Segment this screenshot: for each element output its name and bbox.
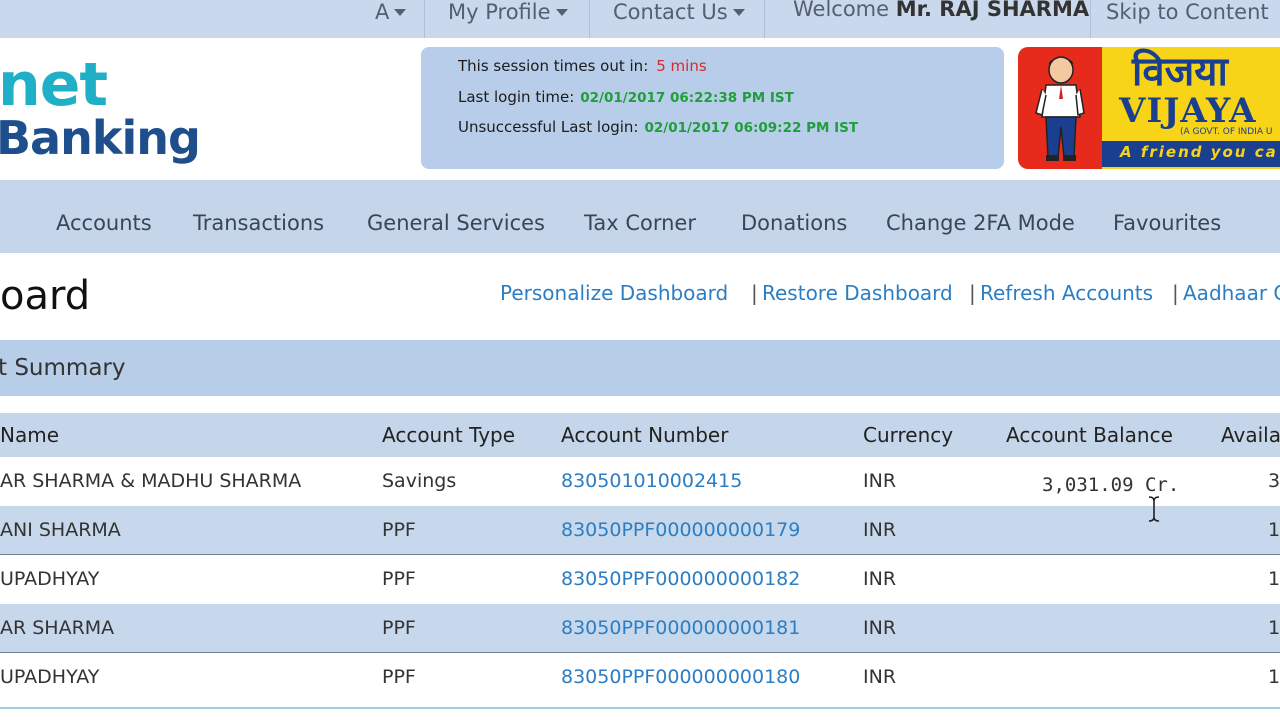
my-profile-label: My Profile <box>448 0 551 24</box>
col-header-available: Availa <box>1221 423 1280 447</box>
bank-name-hindi: विजया <box>1132 49 1228 95</box>
account-number-link[interactable]: 830501010002415 <box>561 457 742 506</box>
cell-available: 1 <box>1268 519 1280 541</box>
cell-currency: INR <box>863 617 897 639</box>
cell-available: 1 <box>1268 617 1280 639</box>
account-summary-title: t Summary <box>0 355 126 381</box>
last-login-row: Last login time: 02/01/2017 06:22:38 PM I… <box>458 88 794 106</box>
refresh-accounts-link[interactable]: Refresh Accounts <box>980 281 1153 305</box>
table-bottom-border <box>0 707 1280 709</box>
account-number-link[interactable]: 83050PPF000000000181 <box>561 604 800 653</box>
my-profile-menu[interactable]: My Profile <box>448 0 568 26</box>
cell-type: PPF <box>382 568 416 590</box>
netbanking-logo: net Banking <box>0 50 220 170</box>
account-number-link[interactable]: 83050PPF000000000179 <box>561 506 800 555</box>
cell-name: UPADHYAY <box>0 666 100 688</box>
table-row: AR SHARMA & MADHU SHARMA Savings 8305010… <box>0 457 1280 506</box>
table-row: AR SHARMA PPF 83050PPF000000000181 INR 1 <box>0 604 1280 653</box>
unsuccessful-login-label: Unsuccessful Last login: <box>458 118 639 136</box>
nav-tab-accounts[interactable]: Accounts <box>56 194 152 253</box>
cell-currency: INR <box>863 519 897 541</box>
cell-name: AR SHARMA <box>0 617 115 639</box>
link-separator: | <box>969 281 976 305</box>
col-header-account-type: Account Type <box>382 423 516 447</box>
cell-type: Savings <box>382 470 457 492</box>
page-title: oard <box>0 273 91 319</box>
session-timeout-value: 5 mins <box>656 57 707 75</box>
bank-govt-note: (A GOVT. OF INDIA U <box>1180 127 1273 137</box>
bank-logo-banner: विजया VIJAYA (A GOVT. OF INDIA U A frien… <box>1018 47 1280 169</box>
aadhaar-link[interactable]: Aadhaar C <box>1183 281 1280 305</box>
welcome-prefix: Welcome <box>793 0 890 21</box>
contact-us-label: Contact Us <box>613 0 728 24</box>
topbar-divider <box>1090 0 1091 38</box>
text-cursor-icon <box>1148 496 1160 522</box>
logo-line2: Banking <box>0 111 201 165</box>
contact-us-menu[interactable]: Contact Us <box>613 0 745 26</box>
table-row: UPADHYAY PPF 83050PPF000000000180 INR 1 <box>0 653 1280 702</box>
topbar-divider <box>764 0 765 38</box>
topbar-divider <box>424 0 425 38</box>
bank-name: VIJAYA <box>1119 91 1257 131</box>
top-utility-bar: A My Profile Contact Us Welcome Mr. RAJ … <box>0 0 1280 38</box>
cell-type: PPF <box>382 617 416 639</box>
nav-tab-general-services[interactable]: General Services <box>367 194 545 253</box>
cell-name: ANI SHARMA <box>0 519 121 541</box>
table-row: UPADHYAY PPF 83050PPF000000000182 INR 1 <box>0 555 1280 604</box>
nav-tab-transactions[interactable]: Transactions <box>193 194 324 253</box>
cell-available: 3 <box>1268 470 1280 492</box>
nav-tab-tax-corner[interactable]: Tax Corner <box>584 194 696 253</box>
unsuccessful-login-value: 02/01/2017 06:09:22 PM IST <box>644 120 859 136</box>
last-login-label: Last login time: <box>458 88 575 106</box>
skip-to-content-link[interactable]: Skip to Content <box>1106 0 1269 26</box>
cell-available: 1 <box>1268 666 1280 688</box>
chevron-down-icon <box>555 8 568 16</box>
col-header-account-balance: Account Balance <box>1006 423 1173 447</box>
nav-tab-favourites[interactable]: Favourites <box>1113 194 1221 253</box>
banner-red-panel <box>1018 47 1102 169</box>
session-timeout-row: This session times out in: 5 mins <box>458 57 707 75</box>
personalize-dashboard-link[interactable]: Personalize Dashboard <box>500 281 728 305</box>
account-number-link[interactable]: 83050PPF000000000180 <box>561 653 800 702</box>
font-size-menu[interactable]: A <box>375 0 407 26</box>
table-row: ANI SHARMA PPF 83050PPF000000000179 INR … <box>0 506 1280 555</box>
link-separator: | <box>1172 281 1179 305</box>
welcome-message: Welcome Mr. RAJ SHARMA <box>793 0 1089 23</box>
cell-currency: INR <box>863 568 897 590</box>
cell-available: 1 <box>1268 568 1280 590</box>
last-login-value: 02/01/2017 06:22:38 PM IST <box>580 90 794 106</box>
mascot-icon <box>1035 56 1085 161</box>
cell-name: AR SHARMA & MADHU SHARMA <box>0 470 302 492</box>
bank-tagline: A friend you ca <box>1120 143 1278 161</box>
user-name: Mr. RAJ SHARMA <box>895 0 1090 21</box>
cell-currency: INR <box>863 666 897 688</box>
account-number-link[interactable]: 83050PPF000000000182 <box>561 555 800 604</box>
col-header-currency: Currency <box>863 423 954 447</box>
account-summary-header[interactable]: t Summary <box>0 340 1280 396</box>
cell-name: UPADHYAY <box>0 568 100 590</box>
cell-type: PPF <box>382 519 416 541</box>
col-header-account-number: Account Number <box>561 423 729 447</box>
cell-currency: INR <box>863 470 897 492</box>
topbar-divider <box>589 0 590 38</box>
nav-tab-donations[interactable]: Donations <box>741 194 847 253</box>
nav-tab-change-2fa[interactable]: Change 2FA Mode <box>886 194 1075 253</box>
restore-dashboard-link[interactable]: Restore Dashboard <box>762 281 953 305</box>
chevron-down-icon <box>732 8 745 16</box>
session-info-panel: This session times out in: 5 mins Last lo… <box>421 47 1004 169</box>
session-timeout-label: This session times out in: <box>458 57 649 75</box>
chevron-down-icon <box>394 8 407 16</box>
col-header-name: Name <box>0 423 60 447</box>
unsuccessful-login-row: Unsuccessful Last login: 02/01/2017 06:09… <box>458 118 858 136</box>
link-separator: | <box>751 281 758 305</box>
font-size-label: A <box>375 0 390 24</box>
cell-type: PPF <box>382 666 416 688</box>
